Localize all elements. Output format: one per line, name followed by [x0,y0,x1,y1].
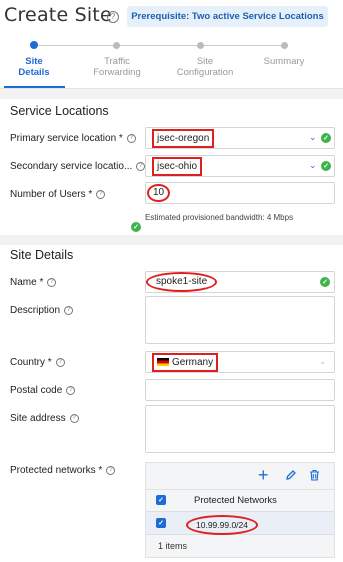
label-text: Description [10,305,61,316]
section-spacer [0,235,343,245]
step-site-configuration[interactable]: Site Configuration [166,56,244,78]
edit-pencil-icon[interactable] [285,468,297,485]
step-dot-summary [281,42,288,49]
label-text: Site address [10,413,66,424]
help-question-icon[interactable]: ? [69,414,79,423]
protected-networks-table: + ✓ Protected Networks ✓ 10.99.99.0/24 1… [145,462,335,558]
trash-icon[interactable] [309,468,320,485]
step-site-details[interactable]: Site Details [4,56,64,78]
page-header: Create Site ? Prerequisite: Two active S… [0,0,343,34]
step-label-line: Configuration [176,67,234,78]
chevron-down-icon[interactable]: ⌄ [309,160,317,171]
valid-check-icon: ✓ [321,133,331,143]
label-text: Postal code [10,385,63,396]
users-value: 10 [147,184,171,202]
step-label-line: Summary [263,56,305,67]
step-label-line: Forwarding [93,67,141,78]
help-question-icon[interactable]: ? [55,358,65,367]
row-checkbox[interactable]: ✓ [156,518,166,528]
country-label: Country * ? [10,357,65,368]
step-label-line: Details [18,67,50,78]
label-text: Name * [10,277,44,288]
select-all-checkbox[interactable]: ✓ [156,495,166,505]
country-value: Germany [172,356,214,368]
description-label: Description ? [10,305,74,316]
table-row[interactable]: ✓ 10.99.99.0/24 [146,511,334,535]
stepper-connector [120,45,200,46]
name-label: Name * ? [10,277,57,288]
label-text: Country * [10,357,52,368]
help-question-icon[interactable]: ? [64,306,74,315]
users-label: Number of Users * ? [10,189,106,200]
label-text: Number of Users * [10,189,93,200]
step-label-line: Traffic [104,56,130,67]
page-title: Create Site [4,4,112,26]
help-question-icon[interactable]: ? [126,134,136,143]
stepper-connector [38,45,116,46]
description-textarea[interactable] [145,296,335,344]
help-question-icon[interactable]: ? [136,162,146,171]
primary-location-select[interactable]: jsec-oregon [145,127,335,149]
plus-icon[interactable]: + [258,465,269,486]
country-select[interactable]: Germany [145,351,335,373]
bandwidth-hint: Estimated provisioned bandwidth: 4 Mbps [145,213,294,222]
step-traffic-forwarding[interactable]: Traffic Forwarding [84,56,150,78]
users-input-frame [145,182,335,204]
step-label-line: Site [25,56,43,67]
chevron-down-icon[interactable]: ⌄ [309,132,317,143]
stepper-connector [204,45,282,46]
help-question-icon[interactable]: ? [47,278,57,287]
step-dot-site-details [30,41,38,49]
postal-code-input[interactable] [145,379,335,401]
protected-networks-label: Protected networks * ? [10,465,116,476]
chevron-down-icon[interactable]: ⌄ [319,356,327,367]
country-value-box: Germany [152,352,219,372]
prerequisite-banner: Prerequisite: Two active Service Locatio… [127,6,328,27]
valid-check-icon: ✓ [321,161,331,171]
label-text: Primary service location * [10,133,123,144]
help-question-icon[interactable]: ? [106,466,116,475]
secondary-location-value: jsec-ohio [152,156,203,176]
step-summary[interactable]: Summary [256,56,312,67]
label-text: Protected networks * [10,465,103,476]
postal-code-label: Postal code ? [10,385,76,396]
network-cidr: 10.99.99.0/24 [186,515,258,535]
step-dot-site-configuration [197,42,204,49]
users-input[interactable]: 10 [145,182,335,204]
name-input[interactable]: spoke1-site [145,271,335,293]
help-question-icon[interactable]: ? [107,11,119,23]
section-spacer [0,89,343,99]
help-question-icon[interactable]: ? [66,386,76,395]
wizard-stepper: Site Details Traffic Forwarding Site Con… [0,38,343,84]
germany-flag-icon [157,357,169,366]
site-address-label: Site address ? [10,413,79,424]
column-header: Protected Networks [194,495,277,506]
valid-check-icon: ✓ [320,277,330,287]
valid-check-icon: ✓ [131,222,141,232]
section-title-service-locations: Service Locations [10,104,109,118]
step-label-line: Site [196,56,214,67]
help-question-icon[interactable]: ? [96,190,106,199]
secondary-location-label: Secondary service locatio... ? [10,161,146,172]
primary-location-label: Primary service location * ? [10,133,136,144]
primary-location-value: jsec-oregon [152,128,215,148]
section-title-site-details: Site Details [10,248,74,262]
secondary-location-select[interactable]: jsec-ohio [145,155,335,177]
site-address-textarea[interactable] [145,405,335,453]
step-dot-traffic-forwarding [113,42,120,49]
table-header: ✓ Protected Networks [146,489,334,511]
label-text: Secondary service locatio... [10,161,133,172]
name-value: spoke1-site [146,272,218,292]
item-count: 1 items [158,541,188,551]
